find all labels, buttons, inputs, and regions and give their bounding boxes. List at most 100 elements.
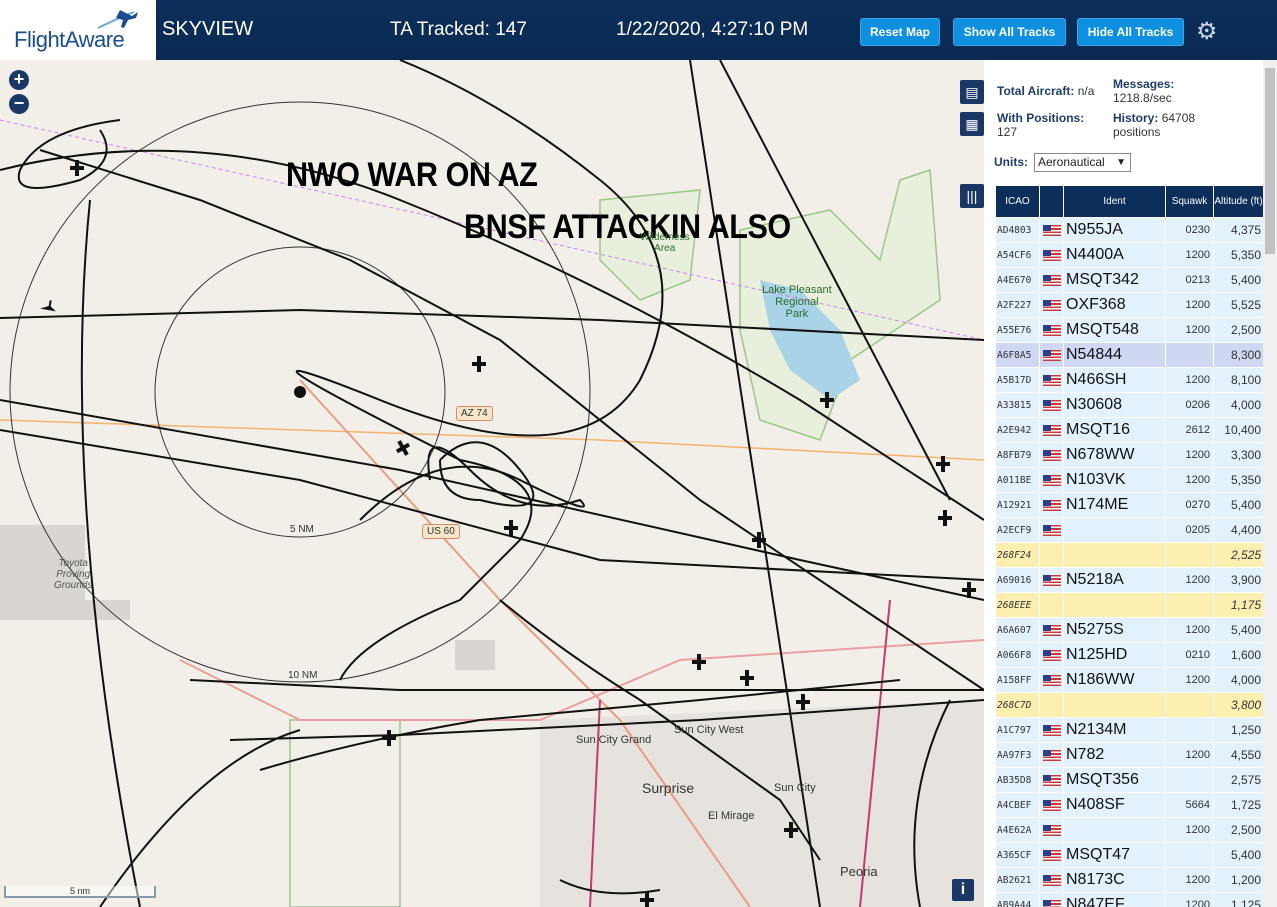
table-row[interactable]: A011BE N103VK 1200 5,350: [995, 467, 1264, 493]
flightaware-logo[interactable]: FlightAware: [0, 0, 156, 60]
squawk-cell: 1200: [1165, 317, 1214, 343]
table-row[interactable]: A55E76 MSQT548 1200 2,500: [995, 317, 1264, 343]
table-row[interactable]: A4E62A 1200 2,500: [995, 817, 1264, 843]
table-row[interactable]: A54CF6 N4400A 1200 5,350: [995, 242, 1264, 268]
us-flag-icon: [1042, 449, 1061, 461]
table-row[interactable]: A8FB79 N678WW 1200 3,300: [995, 442, 1264, 468]
altitude-cell: 2,575: [1213, 767, 1264, 793]
az74-shield: AZ 74: [456, 406, 493, 421]
table-row[interactable]: AB9A44 N847EF 1200 1,125: [995, 892, 1264, 907]
gear-icon[interactable]: ⚙: [1196, 17, 1218, 46]
col-ident[interactable]: Ident: [1063, 185, 1166, 218]
table-row[interactable]: A158FF N186WW 1200 4,000: [995, 667, 1264, 693]
table-row[interactable]: A6F8A5 N54844 8,300: [995, 342, 1264, 368]
aircraft-table: ICAO Ident Squawk Altitude (ft) AD4803 N9…: [995, 185, 1264, 907]
table-row[interactable]: A066F8 N125HD 0210 1,600: [995, 642, 1264, 668]
flag-cell: [1039, 617, 1064, 643]
flag-cell: [1039, 492, 1064, 518]
columns-icon[interactable]: |||: [960, 184, 984, 208]
icao-cell: AD4803: [995, 217, 1040, 243]
squawk-cell: 0205: [1165, 517, 1214, 543]
info-icon[interactable]: i: [952, 879, 974, 901]
table-row[interactable]: AB2621 N8173C 1200 1,200: [995, 867, 1264, 893]
ident-cell: N174ME: [1063, 492, 1166, 518]
squawk-cell: 1200: [1165, 367, 1214, 393]
us-flag-icon: [1042, 299, 1061, 311]
flag-cell: [1039, 442, 1064, 468]
aircraft-panel: Total Aircraft: n/a Messages: 1218.8/sec…: [984, 60, 1277, 907]
table-row[interactable]: A2F227 OXF368 1200 5,525: [995, 292, 1264, 318]
us-flag-icon: [1042, 674, 1061, 686]
tracked-count: TA Tracked: 147: [390, 19, 527, 40]
table-row[interactable]: A6A607 N5275S 1200 5,400: [995, 617, 1264, 643]
table-row[interactable]: A365CF MSQT47 5,400: [995, 842, 1264, 868]
table-row[interactable]: AA97F3 N782 1200 4,550: [995, 742, 1264, 768]
positions-value: 127: [997, 125, 1018, 139]
hide-all-tracks-button[interactable]: Hide All Tracks: [1077, 18, 1184, 46]
col-icao[interactable]: ICAO: [995, 185, 1040, 218]
total-value: n/a: [1077, 84, 1095, 98]
table-row[interactable]: A4E670 MSQT342 0213 5,400: [995, 267, 1264, 293]
grid-icon[interactable]: ▦: [960, 112, 984, 136]
ident-cell: N782: [1063, 742, 1166, 768]
table-row[interactable]: A2ECF9 0205 4,400: [995, 517, 1264, 543]
squawk-cell: 0213: [1165, 267, 1214, 293]
icao-cell: A4CBEF: [995, 792, 1040, 818]
squawk-cell: 1200: [1165, 892, 1214, 907]
table-row[interactable]: A69016 N5218A 1200 3,900: [995, 567, 1264, 593]
sun-city-west-label: Sun City West: [674, 724, 744, 736]
scrollbar-thumb[interactable]: [1265, 68, 1275, 254]
map-view[interactable]: + − ▤ ▦ ||| NWO WAR ON AZ BNSF ATTACKIN …: [0, 60, 984, 907]
altitude-cell: 3,300: [1213, 442, 1264, 468]
table-row[interactable]: A12921 N174ME 0270 5,400: [995, 492, 1264, 518]
icao-cell: A2E942: [995, 417, 1040, 443]
units-select[interactable]: Aeronautical ▼: [1034, 153, 1131, 172]
altitude-cell: 4,550: [1213, 742, 1264, 768]
table-row[interactable]: 268EEE 1,175: [995, 592, 1264, 618]
flag-cell: [1039, 242, 1064, 268]
altitude-cell: 10,400: [1213, 417, 1264, 443]
ident-cell: MSQT356: [1063, 767, 1166, 793]
ident-cell: N125HD: [1063, 642, 1166, 668]
map-layers-icon[interactable]: ▤: [960, 80, 984, 104]
col-altitude[interactable]: Altitude (ft): [1213, 185, 1264, 218]
flag-cell: [1039, 817, 1064, 843]
lake-pleasant-label: Lake Pleasant Regional Park: [762, 284, 832, 320]
us-flag-icon: [1042, 624, 1061, 636]
ident-cell: N5218A: [1063, 567, 1166, 593]
us-flag-icon: [1042, 724, 1061, 736]
table-row[interactable]: 268C7D 3,800: [995, 692, 1264, 718]
icao-cell: A4E670: [995, 267, 1040, 293]
table-row[interactable]: A2E942 MSQT16 2612 10,400: [995, 417, 1264, 443]
table-row[interactable]: A5B17D N466SH 1200 8,100: [995, 367, 1264, 393]
flag-cell: [1039, 392, 1064, 418]
chevron-down-icon: ▼: [1116, 157, 1126, 168]
us-flag-icon: [1042, 524, 1061, 536]
flag-cell: [1039, 367, 1064, 393]
ident-cell: [1063, 817, 1166, 843]
ident-cell: OXF368: [1063, 292, 1166, 318]
ring-5nm-label: 5 NM: [290, 524, 314, 535]
us-flag-icon: [1042, 874, 1061, 886]
reset-map-button[interactable]: Reset Map: [860, 18, 940, 46]
table-row[interactable]: A33815 N30608 0206 4,000: [995, 392, 1264, 418]
squawk-cell: [1165, 842, 1214, 868]
table-row[interactable]: 268F24 2,525: [995, 542, 1264, 568]
zoom-out-button[interactable]: −: [9, 94, 29, 114]
icao-cell: 268C7D: [995, 692, 1040, 718]
zoom-in-button[interactable]: +: [9, 70, 29, 90]
flag-cell: [1039, 292, 1064, 318]
table-row[interactable]: AB35D8 MSQT356 2,575: [995, 767, 1264, 793]
panel-scrollbar[interactable]: [1263, 60, 1277, 907]
icao-cell: A2F227: [995, 292, 1040, 318]
table-row[interactable]: A4CBEF N408SF 5664 1,725: [995, 792, 1264, 818]
col-flag[interactable]: [1039, 185, 1064, 218]
table-row[interactable]: A1C797 N2134M 1,250: [995, 717, 1264, 743]
ident-cell: N30608: [1063, 392, 1166, 418]
altitude-cell: 1,200: [1213, 867, 1264, 893]
us60-shield: US 60: [422, 524, 460, 539]
show-all-tracks-button[interactable]: Show All Tracks: [953, 18, 1066, 46]
table-row[interactable]: AD4803 N955JA 0230 4,375: [995, 217, 1264, 243]
col-squawk[interactable]: Squawk: [1165, 185, 1214, 218]
squawk-cell: [1165, 342, 1214, 368]
